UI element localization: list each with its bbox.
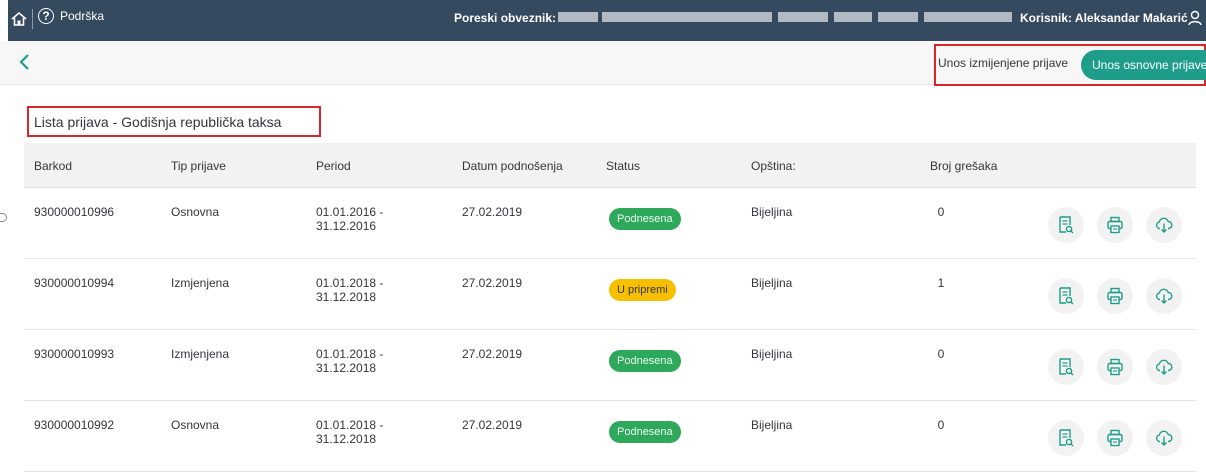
print-button[interactable]: [1097, 278, 1133, 314]
date-cell: 27.02.2019: [462, 276, 523, 290]
table-row[interactable]: 930000010993 Izmjenjena 01.01.2018 - 31.…: [24, 330, 1196, 401]
table-header: Barkod Tip prijave Period Datum podnošen…: [24, 143, 1196, 188]
print-button[interactable]: [1097, 420, 1133, 456]
barcode-cell: 930000010996: [34, 205, 115, 219]
type-cell: Izmjenjena: [171, 347, 230, 361]
column-status: Status: [606, 159, 641, 173]
municipality-cell: Bijeljina: [751, 418, 793, 432]
download-button[interactable]: [1146, 420, 1182, 456]
error-count-cell: 1: [937, 276, 945, 290]
list-title-highlight: Lista prijava - Godišnja republička taks…: [27, 106, 321, 137]
action-buttons-highlight: Unos izmijenjene prijave Unos osnovne pr…: [934, 44, 1206, 86]
table-row[interactable]: 930000010996 Osnovna 01.01.2016 - 31.12.…: [24, 188, 1196, 259]
help-icon: ?: [38, 8, 54, 24]
date-cell: 27.02.2019: [462, 418, 523, 432]
enter-amended-return-button[interactable]: Unos izmijenjene prijave: [938, 56, 1068, 70]
help-label: Podrška: [60, 9, 105, 23]
barcode-cell: 930000010992: [34, 418, 115, 432]
type-cell: Osnovna: [171, 418, 220, 432]
preview-button[interactable]: [1048, 349, 1084, 385]
preview-button[interactable]: [1048, 207, 1084, 243]
shell-separator: [32, 9, 33, 29]
document-preview-icon: [1059, 216, 1074, 234]
period-to: 31.12.2018: [316, 361, 377, 375]
help-button[interactable]: ? Podrška: [38, 8, 104, 24]
status-badge: U pripremi: [609, 279, 676, 301]
home-icon: [11, 11, 27, 26]
period-cell: 01.01.2018 - 31.12.2018: [316, 418, 406, 446]
list-title: Lista prijava - Godišnja republička taks…: [34, 114, 282, 130]
municipality-cell: Bijeljina: [751, 276, 793, 290]
column-submission-date: Datum podnošenja: [462, 159, 563, 173]
period-cell: 01.01.2018 - 31.12.2018: [316, 276, 406, 304]
municipality-cell: Bijeljina: [751, 205, 793, 219]
document-preview-icon: [1059, 287, 1074, 305]
period-to: 31.12.2016: [316, 219, 377, 233]
status-badge: Podnesena: [609, 208, 681, 230]
barcode-cell: 930000010994: [34, 276, 115, 290]
document-preview-icon: [1059, 358, 1074, 376]
barcode-cell: 930000010993: [34, 347, 115, 361]
column-barcode: Barkod: [34, 159, 73, 173]
period-from: 01.01.2018 -: [316, 418, 384, 432]
download-button[interactable]: [1146, 207, 1182, 243]
cloud-download-icon: [1156, 430, 1173, 446]
type-cell: Izmjenjena: [171, 276, 230, 290]
back-chevron-icon[interactable]: [14, 51, 36, 73]
home-button[interactable]: [8, 8, 30, 30]
status-badge: Podnesena: [609, 350, 681, 372]
user-label: Korisnik: Aleksandar Makarić: [1020, 11, 1188, 25]
column-error-count: Broj grešaka: [930, 159, 998, 173]
print-button[interactable]: [1097, 207, 1133, 243]
cloud-download-icon: [1156, 217, 1173, 233]
period-to: 31.12.2018: [316, 432, 377, 446]
user-icon[interactable]: [1188, 10, 1202, 26]
download-button[interactable]: [1146, 278, 1182, 314]
period-to: 31.12.2018: [316, 290, 377, 304]
download-button[interactable]: [1146, 349, 1182, 385]
period-from: 01.01.2018 -: [316, 347, 384, 361]
printer-icon: [1107, 429, 1123, 447]
column-period: Period: [316, 159, 351, 173]
date-cell: 27.02.2019: [462, 347, 523, 361]
shell-bar: ? Podrška Poreski obveznik: Korisnik: Al…: [8, 0, 1206, 41]
error-count-cell: 0: [937, 205, 945, 219]
printer-icon: [1107, 216, 1123, 234]
cloud-download-icon: [1156, 359, 1173, 375]
period-from: 01.01.2016 -: [316, 205, 384, 219]
print-button[interactable]: [1097, 349, 1133, 385]
preview-button[interactable]: [1048, 420, 1084, 456]
taxpayer-label: Poreski obveznik:: [454, 11, 557, 25]
document-preview-icon: [1059, 429, 1074, 447]
type-cell: Osnovna: [171, 205, 220, 219]
period-cell: 01.01.2018 - 31.12.2018: [316, 347, 406, 375]
error-count-cell: 0: [937, 418, 945, 432]
error-count-cell: 0: [937, 347, 945, 361]
enter-basic-return-button[interactable]: Unos osnovne prijave: [1081, 50, 1206, 80]
table-row[interactable]: 930000010994 Izmjenjena 01.01.2018 - 31.…: [24, 259, 1196, 330]
status-badge: Podnesena: [609, 421, 681, 443]
date-cell: 27.02.2019: [462, 205, 523, 219]
column-municipality: Opština:: [751, 159, 796, 173]
period-cell: 01.01.2016 - 31.12.2016: [316, 205, 406, 233]
printer-icon: [1107, 287, 1123, 305]
printer-icon: [1107, 358, 1123, 376]
sub-header: Unos izmijenjene prijave Unos osnovne pr…: [0, 41, 1206, 86]
preview-button[interactable]: [1048, 278, 1084, 314]
table-row[interactable]: 930000010992 Osnovna 01.01.2018 - 31.12.…: [24, 401, 1196, 472]
column-type: Tip prijave: [171, 159, 226, 173]
municipality-cell: Bijeljina: [751, 347, 793, 361]
cloud-download-icon: [1156, 288, 1173, 304]
period-from: 01.01.2018 -: [316, 276, 384, 290]
collapsed-panel-handle[interactable]: [0, 213, 7, 222]
